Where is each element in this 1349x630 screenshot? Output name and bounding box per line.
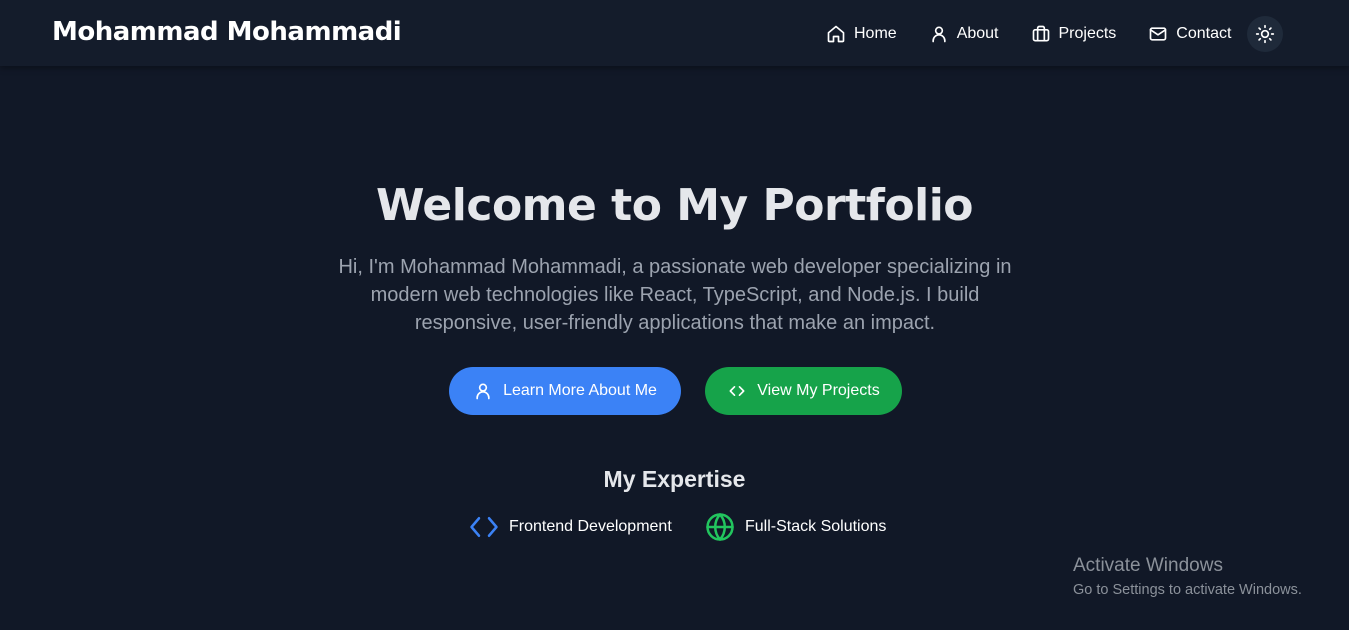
nav-links: Home About Projects Contact <box>826 16 1284 52</box>
globe-icon <box>706 513 734 541</box>
windows-activation-watermark: Activate Windows Go to Settings to activ… <box>1073 555 1302 601</box>
watermark-title: Activate Windows <box>1073 555 1223 576</box>
brand-logo[interactable]: Mohammad Mohammadi <box>52 17 402 47</box>
nav-contact-label: Contact <box>1176 25 1232 42</box>
nav-about-label: About <box>956 25 999 42</box>
nav-about-link[interactable]: About <box>929 24 999 44</box>
mail-icon <box>1149 27 1167 41</box>
navbar: Mohammad Mohammadi Home About Projects C… <box>0 0 1349 66</box>
user-icon <box>476 383 490 400</box>
nav-home-label: Home <box>854 25 897 42</box>
watermark-subtitle: Go to Settings to activate Windows. <box>1073 582 1302 598</box>
expertise-title: My Expertise <box>603 466 746 492</box>
nav-projects-label: Projects <box>1058 25 1117 42</box>
sun-icon <box>1256 24 1275 44</box>
user-icon <box>932 26 946 43</box>
theme-toggle-button[interactable] <box>1247 16 1284 52</box>
hero-description: Hi, I'm Mohammad Mohammadi, a passionate… <box>338 256 1012 334</box>
briefcase-icon <box>1032 25 1049 42</box>
code-icon <box>729 386 745 396</box>
expertise-fullstack: Full-Stack Solutions <box>705 512 886 542</box>
view-projects-button[interactable]: View My Projects <box>705 367 902 415</box>
view-projects-label: View My Projects <box>757 382 880 399</box>
expertise-fullstack-label: Full-Stack Solutions <box>745 518 887 535</box>
nav-contact-link[interactable]: Contact <box>1148 24 1231 44</box>
home-icon <box>827 25 845 43</box>
code-icon <box>470 517 498 537</box>
learn-more-button[interactable]: Learn More About Me <box>449 367 681 415</box>
expertise-frontend: Frontend Development <box>469 512 672 542</box>
nav-home-link[interactable]: Home <box>826 24 897 44</box>
nav-projects-link[interactable]: Projects <box>1031 24 1117 44</box>
hero-title: Welcome to My Portfolio <box>375 180 974 231</box>
expertise-frontend-label: Frontend Development <box>509 518 672 535</box>
learn-more-label: Learn More About Me <box>503 382 657 399</box>
